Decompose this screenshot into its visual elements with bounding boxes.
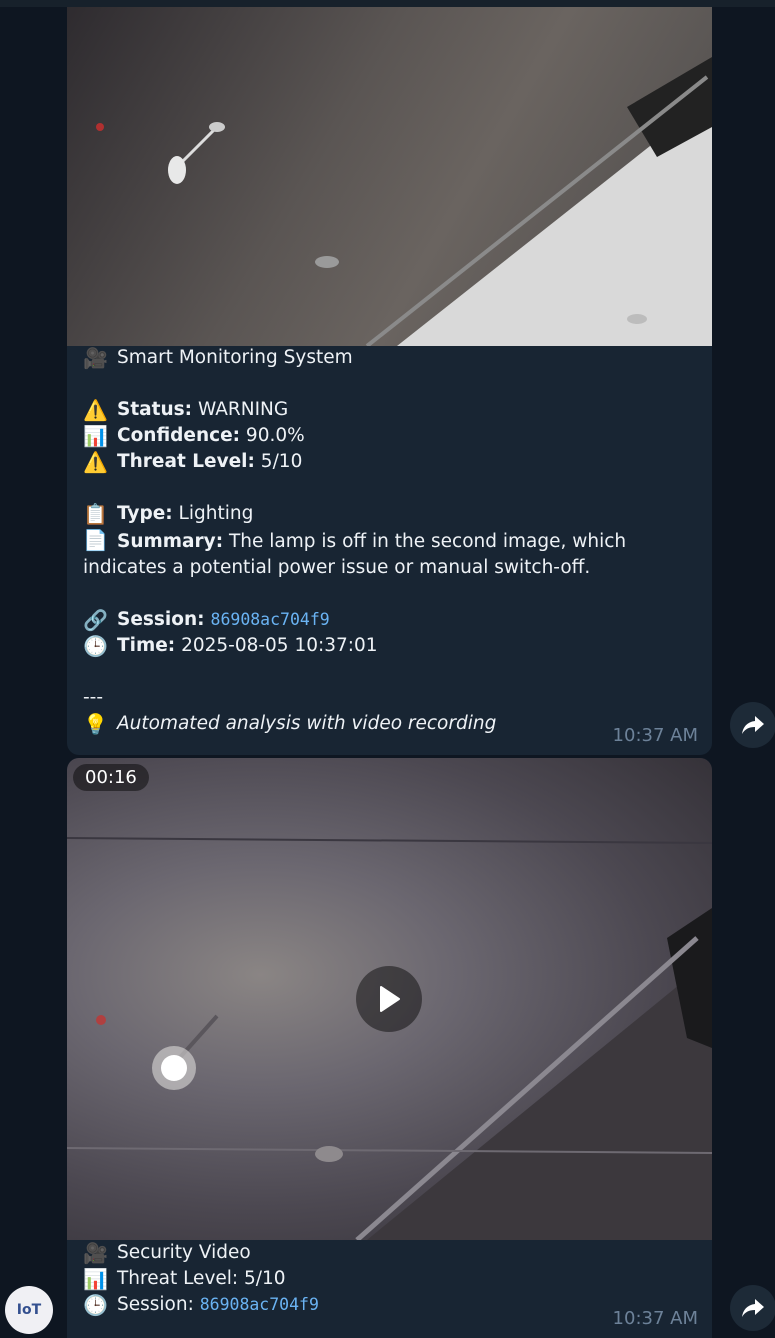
divider-text: --- xyxy=(83,687,104,708)
video-duration-badge: 00:16 xyxy=(73,764,149,791)
confidence-row: 📊 Confidence: 90.0% xyxy=(83,423,696,449)
threat-row: ⚠️ Threat Level: 5/10 xyxy=(83,449,696,475)
play-icon xyxy=(380,986,400,1012)
session-label: Session: xyxy=(117,609,205,630)
video-camera-icon: 🎥 xyxy=(83,346,108,370)
video-threat-row: 📊 Threat Level: 5/10 xyxy=(83,1266,696,1292)
message-caption-video: 🎥 Security Video 📊 Threat Level: 5/10 🕒 … xyxy=(83,1240,696,1318)
message-caption-analysis: 🎥 Smart Monitoring System ⚠️ Status: WAR… xyxy=(83,345,696,737)
status-label: Status: xyxy=(117,399,193,420)
confidence-label: Confidence: xyxy=(117,425,241,446)
caption-title-row: 🎥 Smart Monitoring System xyxy=(83,345,696,371)
video-camera-icon: 🎥 xyxy=(83,1241,108,1265)
status-row: ⚠️ Status: WARNING xyxy=(83,397,696,423)
lightbulb-icon: 💡 xyxy=(83,712,108,736)
video-title: Security Video xyxy=(117,1242,251,1263)
type-value: Lighting xyxy=(172,503,254,524)
video-threat-text: Threat Level: 5/10 xyxy=(117,1268,286,1289)
summary-row: 📄 Summary: The lamp is off in the second … xyxy=(83,527,696,581)
bar-chart-icon: 📊 xyxy=(83,424,108,448)
video-session-id-link[interactable]: 86908ac704f9 xyxy=(200,1292,319,1318)
threat-label: Threat Level: xyxy=(117,451,255,472)
document-icon: 📄 xyxy=(83,528,108,552)
confidence-value: 90.0% xyxy=(240,425,305,446)
session-row: 🔗 Session: 86908ac704f9 xyxy=(83,607,696,633)
clipboard-icon: 📋 xyxy=(83,502,108,526)
caption-title: Smart Monitoring System xyxy=(117,347,353,368)
clock-icon: 🕒 xyxy=(83,1293,108,1317)
forward-arrow-icon xyxy=(742,716,764,734)
video-thumbnail[interactable]: 00:16 xyxy=(67,758,712,1240)
forward-button[interactable] xyxy=(730,702,775,748)
forward-button[interactable] xyxy=(730,1285,775,1331)
link-icon: 🔗 xyxy=(83,608,108,632)
summary-label: Summary: xyxy=(117,531,224,552)
type-label: Type: xyxy=(117,503,173,524)
warning-icon: ⚠️ xyxy=(83,450,108,474)
status-value: WARNING xyxy=(192,399,289,420)
bot-avatar[interactable]: IoT xyxy=(5,1286,53,1334)
avatar-label: IoT xyxy=(16,1302,42,1318)
bar-chart-icon: 📊 xyxy=(83,1267,108,1291)
camera-snapshot-image[interactable] xyxy=(67,7,712,346)
video-session-label: Session: xyxy=(117,1294,200,1315)
session-id-link[interactable]: 86908ac704f9 xyxy=(211,607,330,633)
type-row: 📋 Type: Lighting xyxy=(83,501,696,527)
ceiling-photo-illustration xyxy=(96,57,712,346)
clock-icon: 🕒 xyxy=(83,634,108,658)
play-button[interactable] xyxy=(356,966,422,1032)
threat-value: 5/10 xyxy=(254,451,303,472)
time-label: Time: xyxy=(117,635,176,656)
footer-row: 💡 Automated analysis with video recordin… xyxy=(83,711,696,737)
forward-arrow-icon xyxy=(742,1299,764,1317)
video-title-row: 🎥 Security Video xyxy=(83,1240,696,1266)
top-bar xyxy=(0,0,775,7)
video-session-row: 🕒 Session: 86908ac704f9 xyxy=(83,1292,696,1318)
footer-text: Automated analysis with video recording xyxy=(117,713,497,734)
time-value: 2025-08-05 10:37:01 xyxy=(175,635,378,656)
time-row: 🕒 Time: 2025-08-05 10:37:01 xyxy=(83,633,696,659)
warning-icon: ⚠️ xyxy=(83,398,108,422)
